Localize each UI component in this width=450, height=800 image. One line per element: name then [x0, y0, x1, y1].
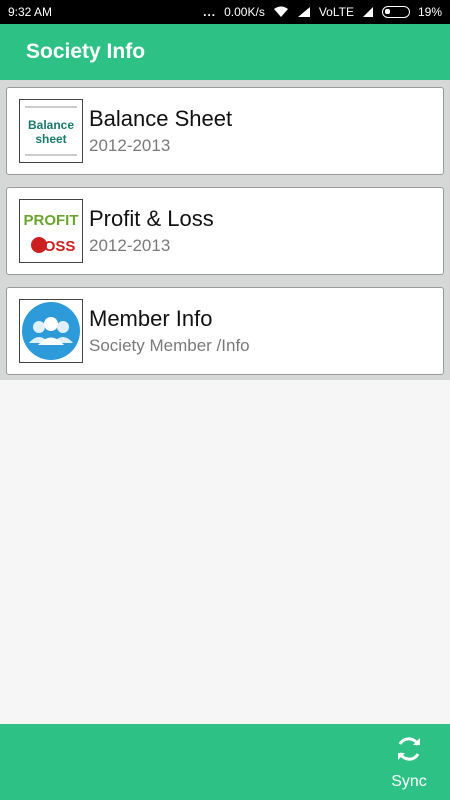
- item-subtitle: 2012-2013: [89, 236, 171, 255]
- network-speed: 0.00K/s: [224, 5, 265, 19]
- status-time: 9:32 AM: [8, 5, 53, 19]
- volte-label: VoLTE: [318, 5, 354, 19]
- profit-loss-item[interactable]: PROFIT LOSS Profit & Loss 2012-2013: [6, 187, 444, 275]
- member-info-item[interactable]: Member Info Society Member /Info: [6, 287, 444, 375]
- app-title: Society Info: [26, 40, 146, 63]
- balance-sheet-item[interactable]: Balance sheet Balance Sheet 2012-2013: [6, 87, 444, 175]
- item-subtitle: Society Member /Info: [89, 336, 250, 355]
- signal-icon-2: [362, 6, 374, 18]
- sync-label: Sync: [391, 773, 427, 790]
- profit-loss-image: PROFIT LOSS: [19, 199, 83, 263]
- item-title: Profit & Loss: [89, 206, 214, 231]
- status-icons: ... 0.00K/s VoLTE 19%: [203, 5, 442, 19]
- battery-percent: 19%: [417, 5, 442, 19]
- more-dots: ...: [203, 5, 217, 19]
- item-title: Balance Sheet: [89, 106, 233, 131]
- battery-icon: [381, 6, 410, 18]
- profit-thumb-text: PROFIT: [24, 212, 79, 229]
- app-bar: Society Info: [0, 24, 450, 80]
- menu-list: Balance sheet Balance Sheet 2012-2013 PR…: [0, 80, 450, 380]
- loss-thumb-text: LOSS: [35, 238, 76, 255]
- item-title: Member Info: [89, 306, 213, 331]
- status-bar: 9:32 AM ... 0.00K/s VoLTE 19%: [0, 0, 450, 24]
- balance-thumb-text-1: Balance: [28, 118, 74, 132]
- bottom-bar: Sync: [0, 724, 450, 800]
- signal-icon: [297, 6, 311, 18]
- item-subtitle: 2012-2013: [89, 136, 171, 155]
- members-icon: [19, 299, 83, 363]
- sync-button[interactable]: Sync: [386, 734, 432, 794]
- member-info-text: Member Info Society Member /Info: [89, 306, 250, 356]
- sync-icon: [394, 734, 424, 769]
- balance-thumb-text-2: sheet: [35, 132, 66, 146]
- wifi-icon: [273, 6, 289, 18]
- balance-sheet-text: Balance Sheet 2012-2013: [89, 106, 232, 156]
- profit-loss-text: Profit & Loss 2012-2013: [89, 206, 214, 256]
- balance-sheet-image: Balance sheet: [19, 99, 83, 163]
